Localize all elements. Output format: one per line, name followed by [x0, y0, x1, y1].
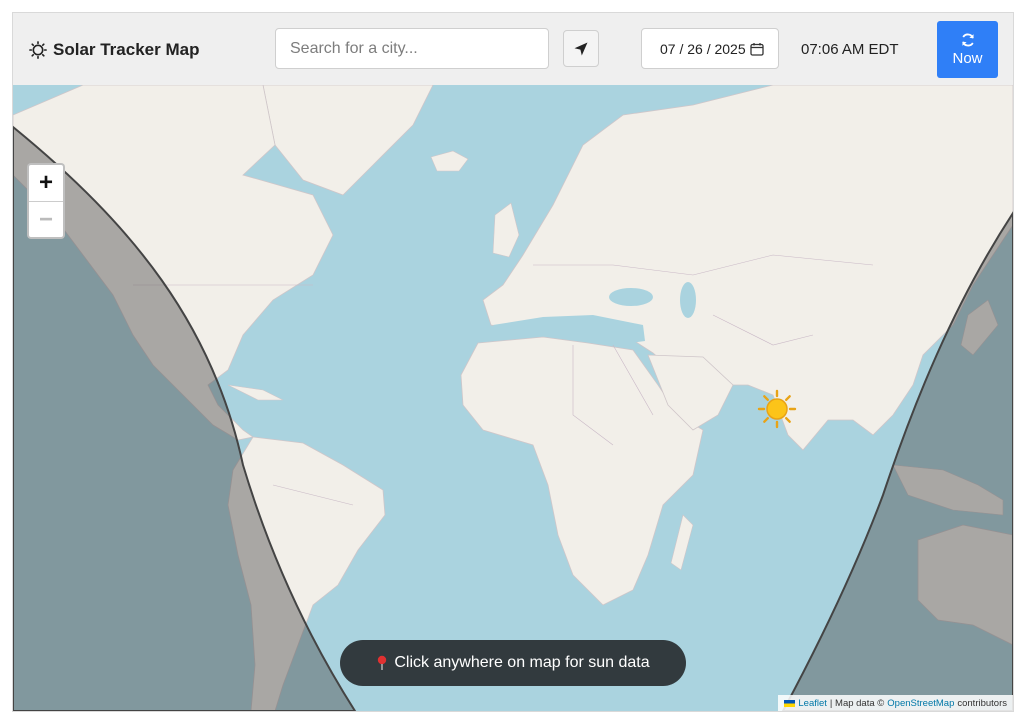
attribution-separator: | Map data © — [829, 697, 885, 709]
pin-icon — [378, 655, 387, 670]
world-map[interactable]: + − Click anywhere on map for sun data L… — [13, 85, 1013, 711]
refresh-icon — [961, 33, 974, 47]
toolbar: Solar Tracker Map 07 / 26 / 2025 07:06 A… — [13, 13, 1013, 86]
hint-text: Click anywhere on map for sun data — [394, 654, 650, 671]
greenland — [262, 85, 434, 196]
locate-button[interactable] — [563, 30, 599, 67]
iceland — [430, 150, 469, 172]
zoom-control: + − — [27, 163, 65, 239]
ukraine-flag-icon — [784, 699, 796, 707]
osm-link[interactable]: OpenStreetMap — [887, 698, 954, 709]
zoom-in-button[interactable]: + — [29, 165, 63, 201]
city-search-input[interactable] — [275, 28, 549, 69]
map-hint-toast: Click anywhere on map for sun data — [340, 640, 686, 686]
madagascar — [670, 514, 694, 571]
sun-outline-icon — [29, 41, 47, 59]
map-tiles — [13, 85, 1013, 711]
current-time: 07:06 AM EDT — [801, 41, 899, 58]
calendar-icon[interactable] — [750, 42, 764, 56]
attribution-suffix: contributors — [957, 697, 1007, 709]
app-frame: Solar Tracker Map 07 / 26 / 2025 07:06 A… — [12, 12, 1014, 712]
date-input[interactable]: 07 / 26 / 2025 — [641, 28, 779, 69]
now-button[interactable]: Now — [937, 21, 998, 78]
app-title: Solar Tracker Map — [53, 40, 200, 59]
sun-icon[interactable] — [757, 389, 797, 429]
zoom-out-button[interactable]: − — [29, 201, 63, 237]
map-attribution: Leaflet | Map data © OpenStreetMap contr… — [778, 695, 1013, 711]
location-arrow-icon — [574, 42, 588, 55]
leaflet-link[interactable]: Leaflet — [798, 698, 827, 709]
now-button-label: Now — [952, 50, 983, 67]
brand: Solar Tracker Map — [29, 37, 199, 63]
date-value: 07 / 26 / 2025 — [660, 40, 746, 57]
british-isles — [492, 202, 520, 258]
